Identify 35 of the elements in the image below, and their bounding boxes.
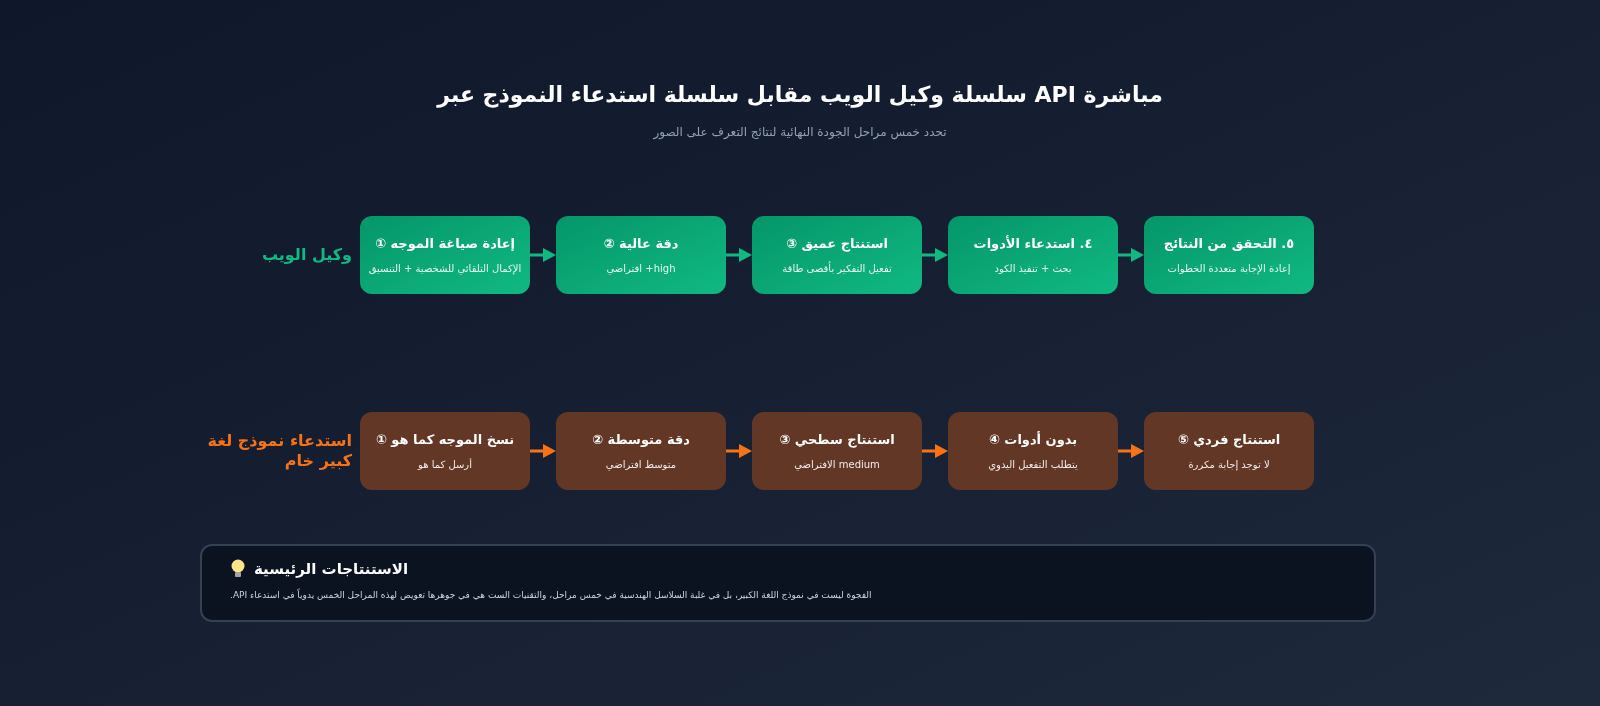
step-title: نسخ الموجه كما هو ① — [375, 430, 515, 449]
step-detail: لا توجد إجابة مكررة — [1188, 458, 1270, 473]
lightbulb-icon — [230, 559, 246, 580]
step-title: استنتاج فردي ⑤ — [1177, 430, 1281, 450]
arrow-icon — [922, 248, 948, 262]
arrow-icon — [726, 444, 752, 458]
step-detail: high+ افتراضي — [606, 262, 676, 277]
conclusions-text: الفجوة ليست في نموذج اللغة الكبير، بل في غلبة السلاسل الهندسية في خمس مراحل، والتقنيات الست هي في جوهرها تعويض لهذه المراحل الخمس يدوياً في استدعاء API. — [230, 588, 873, 602]
step-title: ٥. التحقق من النتائج — [1163, 234, 1295, 253]
page-subtitle: تحدد خمس مراحل الجودة النهائية لنتائج التعرف على الصور — [653, 124, 947, 141]
step-title: دقة عالية ② — [603, 234, 679, 253]
step-title: استنتاج عميق ③ — [785, 234, 889, 254]
arrow-icon — [1118, 444, 1144, 458]
step-title: إعادة صياغة الموجه ① — [374, 234, 516, 253]
step-detail: متوسط افتراضي — [605, 458, 677, 473]
step-detail: أرسل كما هو — [418, 457, 472, 473]
pipeline-label: وكيل الويب — [260, 245, 353, 265]
pipeline-label: استدعاء نموذج لغة كبير خام — [206, 431, 353, 471]
step-detail: إعادة الإجابة متعددة الخطوات — [1167, 262, 1291, 277]
arrow-icon — [530, 444, 556, 458]
arrow-icon — [1118, 248, 1144, 262]
step-detail: بحث + تنفيذ الكود — [994, 262, 1072, 277]
page-title: مباشرة API سلسلة وكيل الويب مقابل سلسلة استدعاء النموذج عبر — [437, 81, 1163, 110]
step-detail: تفعيل التفكير بأقصى طاقة — [782, 261, 892, 277]
step-detail: الإكمال التلقائي للشخصية + التنسيق — [368, 262, 522, 277]
step-title: استنتاج سطحي ③ — [779, 430, 895, 450]
step-detail: medium الافتراضي — [794, 458, 880, 473]
step-detail: يتطلب التفعيل اليدوي — [988, 458, 1078, 473]
step-title: ٤. استدعاء الأدوات — [973, 234, 1093, 253]
conclusions-heading: الاستنتاجات الرئيسية — [254, 559, 409, 580]
arrow-icon — [530, 248, 556, 262]
arrow-icon — [922, 444, 948, 458]
step-title: بدون أدوات ④ — [988, 430, 1078, 449]
arrow-icon — [726, 248, 752, 262]
step-title: دقة متوسطة ② — [592, 430, 690, 449]
